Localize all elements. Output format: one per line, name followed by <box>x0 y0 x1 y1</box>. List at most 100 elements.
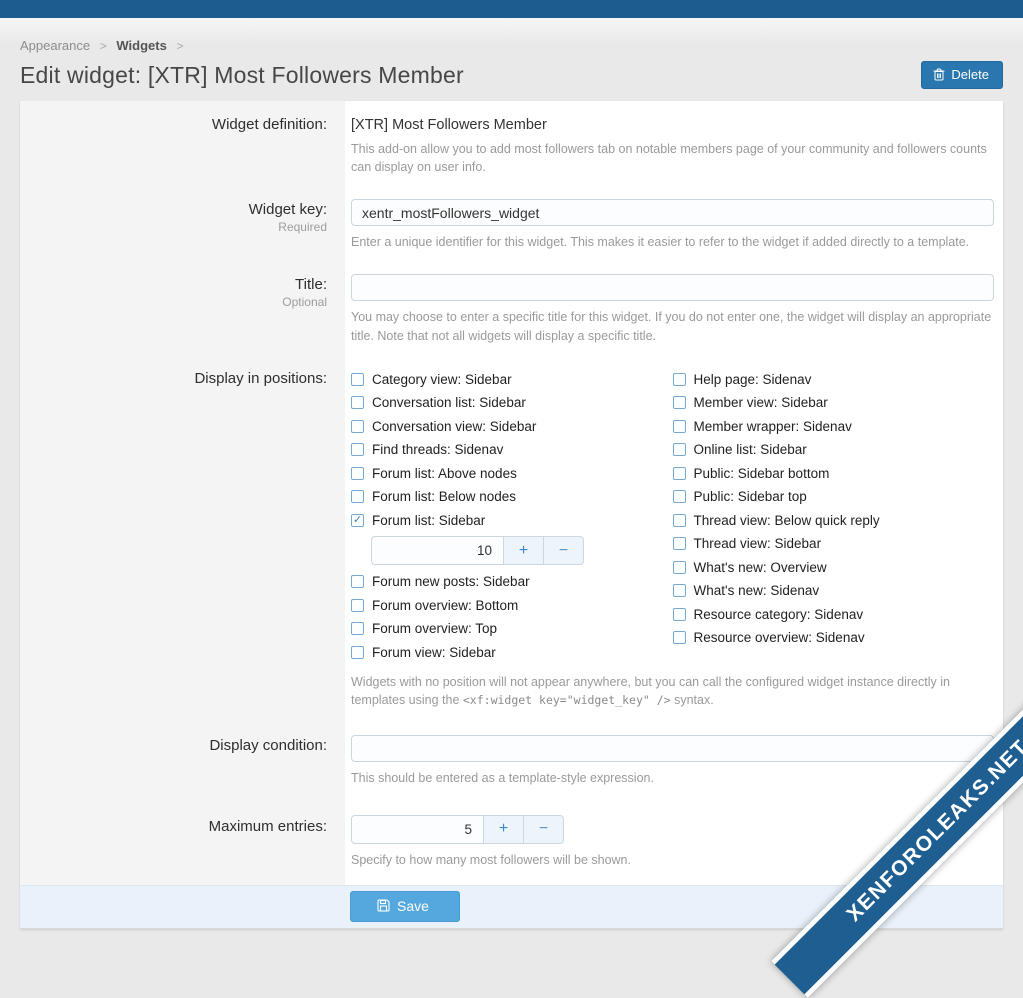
forum-list-sidebar-count-spinner: +− <box>371 536 584 565</box>
position-option-label: Resource overview: Sidenav <box>694 630 865 645</box>
checkbox-icon[interactable] <box>673 537 686 550</box>
position-option-forum-overview-bottom[interactable]: Forum overview: Bottom <box>351 594 673 618</box>
position-option-label: Forum overview: Bottom <box>372 598 518 613</box>
positions-checkbox-columns: Category view: Sidebar Conversation list:… <box>351 368 994 665</box>
checkbox-icon[interactable] <box>673 420 686 433</box>
position-option-member-view-sidebar[interactable]: Member view: Sidebar <box>673 391 995 415</box>
position-option-forum-list-below-nodes[interactable]: Forum list: Below nodes <box>351 485 673 509</box>
position-option-member-wrapper-sidenav[interactable]: Member wrapper: Sidenav <box>673 415 995 439</box>
position-option-label: Online list: Sidebar <box>694 442 807 457</box>
positions-description: Widgets with no position will not appear… <box>351 673 994 709</box>
positions-content: Category view: Sidebar Conversation list:… <box>345 355 1003 720</box>
checkbox-icon[interactable] <box>673 631 686 644</box>
position-option-label: Member wrapper: Sidenav <box>694 419 852 434</box>
checkbox-icon[interactable] <box>351 420 364 433</box>
checkbox-checked-icon[interactable]: ✓ <box>351 514 364 527</box>
page-container: Appearance > Widgets > Edit widget: [XTR… <box>0 28 1023 929</box>
checkbox-icon[interactable] <box>351 622 364 635</box>
checkbox-icon[interactable] <box>673 396 686 409</box>
maximum-entries-label: Maximum entries: <box>30 818 327 835</box>
chevron-right-icon: > <box>176 39 183 53</box>
forum-list-sidebar-count-number-input[interactable] <box>371 536 504 565</box>
breadcrumb-appearance[interactable]: Appearance <box>20 38 90 53</box>
delete-button[interactable]: Delete <box>921 61 1003 89</box>
checkbox-icon[interactable] <box>673 467 686 480</box>
title-label: Title: <box>30 276 327 293</box>
position-option-label: Public: Sidebar bottom <box>694 466 830 481</box>
position-option-label: Forum view: Sidebar <box>372 645 496 660</box>
forum-list-sidebar-count-decrement-button[interactable]: − <box>544 536 584 565</box>
form-row-display-condition: Display condition: This should be entere… <box>20 719 1003 797</box>
position-option-resource-overview-sidenav[interactable]: Resource overview: Sidenav <box>673 626 995 650</box>
position-option-conversation-list-sidebar[interactable]: Conversation list: Sidebar <box>351 391 673 415</box>
title-input[interactable] <box>351 274 994 301</box>
breadcrumb: Appearance > Widgets > <box>20 28 1003 55</box>
checkbox-icon[interactable] <box>351 443 364 456</box>
positions-label: Display in positions: <box>30 370 327 387</box>
checkbox-icon[interactable] <box>673 514 686 527</box>
widget-key-required-flag: Required <box>30 220 327 234</box>
maximum-entries-label-cell: Maximum entries: <box>20 798 345 885</box>
position-option-label: Help page: Sidenav <box>694 372 812 387</box>
position-option-what-s-new-overview[interactable]: What's new: Overview <box>673 556 995 580</box>
checkbox-icon[interactable] <box>673 373 686 386</box>
form-row-title: Title: Optional You may choose to enter … <box>20 261 1003 354</box>
maximum-entries-decrement-button[interactable]: − <box>524 815 564 844</box>
maximum-entries-increment-button[interactable]: + <box>484 815 524 844</box>
checkbox-icon[interactable] <box>673 443 686 456</box>
position-option-forum-new-posts-sidebar[interactable]: Forum new posts: Sidebar <box>351 570 673 594</box>
position-option-forum-list-sidebar[interactable]: ✓Forum list: Sidebar <box>351 509 673 533</box>
display-condition-label: Display condition: <box>30 737 327 754</box>
save-button[interactable]: Save <box>350 891 460 922</box>
position-option-label: Member view: Sidebar <box>694 395 828 410</box>
form-row-maximum-entries: Maximum entries: +− Specify to how many … <box>20 798 1003 885</box>
position-option-what-s-new-sidenav[interactable]: What's new: Sidenav <box>673 579 995 603</box>
checkbox-icon[interactable] <box>351 396 364 409</box>
checkbox-icon[interactable] <box>351 599 364 612</box>
checkbox-icon[interactable] <box>351 575 364 588</box>
display-condition-label-cell: Display condition: <box>20 719 345 797</box>
position-option-conversation-view-sidebar[interactable]: Conversation view: Sidebar <box>351 415 673 439</box>
position-option-label: Conversation list: Sidebar <box>372 395 526 410</box>
widget-definition-description: This add-on allow you to add most follow… <box>351 140 994 176</box>
position-option-label: Forum list: Below nodes <box>372 489 516 504</box>
position-option-online-list-sidebar[interactable]: Online list: Sidebar <box>673 438 995 462</box>
position-option-public-sidebar-bottom[interactable]: Public: Sidebar bottom <box>673 462 995 486</box>
position-option-forum-overview-top[interactable]: Forum overview: Top <box>351 617 673 641</box>
checkbox-icon[interactable] <box>351 490 364 503</box>
position-option-label: What's new: Sidenav <box>694 583 820 598</box>
position-option-help-page-sidenav[interactable]: Help page: Sidenav <box>673 368 995 392</box>
widget-key-label: Widget key: <box>30 201 327 218</box>
breadcrumb-widgets[interactable]: Widgets <box>116 38 166 53</box>
form-row-positions: Display in positions: Category view: Sid… <box>20 355 1003 720</box>
title-description: You may choose to enter a specific title… <box>351 308 994 344</box>
position-option-thread-view-below-quick-reply[interactable]: Thread view: Below quick reply <box>673 509 995 533</box>
forum-list-sidebar-count-increment-button[interactable]: + <box>504 536 544 565</box>
position-option-resource-category-sidenav[interactable]: Resource category: Sidenav <box>673 603 995 627</box>
checkbox-icon[interactable] <box>351 373 364 386</box>
position-option-label: Find threads: Sidenav <box>372 442 503 457</box>
position-option-forum-view-sidebar[interactable]: Forum view: Sidebar <box>351 641 673 665</box>
widget-key-content: Enter a unique identifier for this widge… <box>345 186 1003 261</box>
page-title: Edit widget: [XTR] Most Followers Member <box>20 62 464 89</box>
title-label-cell: Title: Optional <box>20 261 345 354</box>
display-condition-input[interactable] <box>351 735 994 762</box>
checkbox-icon[interactable] <box>673 584 686 597</box>
checkbox-icon[interactable] <box>351 467 364 480</box>
checkbox-icon[interactable] <box>351 646 364 659</box>
position-option-forum-list-above-nodes[interactable]: Forum list: Above nodes <box>351 462 673 486</box>
top-navigation-bar <box>0 0 1023 18</box>
position-option-find-threads-sidenav[interactable]: Find threads: Sidenav <box>351 438 673 462</box>
positions-hint-suffix: syntax. <box>671 693 714 707</box>
chevron-right-icon: > <box>100 39 107 53</box>
checkbox-icon[interactable] <box>673 608 686 621</box>
maximum-entries-number-input[interactable] <box>351 815 484 844</box>
position-option-thread-view-sidebar[interactable]: Thread view: Sidebar <box>673 532 995 556</box>
save-button-label: Save <box>397 898 429 914</box>
position-option-label: Category view: Sidebar <box>372 372 512 387</box>
widget-key-input[interactable] <box>351 199 994 226</box>
checkbox-icon[interactable] <box>673 490 686 503</box>
position-option-category-view-sidebar[interactable]: Category view: Sidebar <box>351 368 673 392</box>
position-option-public-sidebar-top[interactable]: Public: Sidebar top <box>673 485 995 509</box>
checkbox-icon[interactable] <box>673 561 686 574</box>
